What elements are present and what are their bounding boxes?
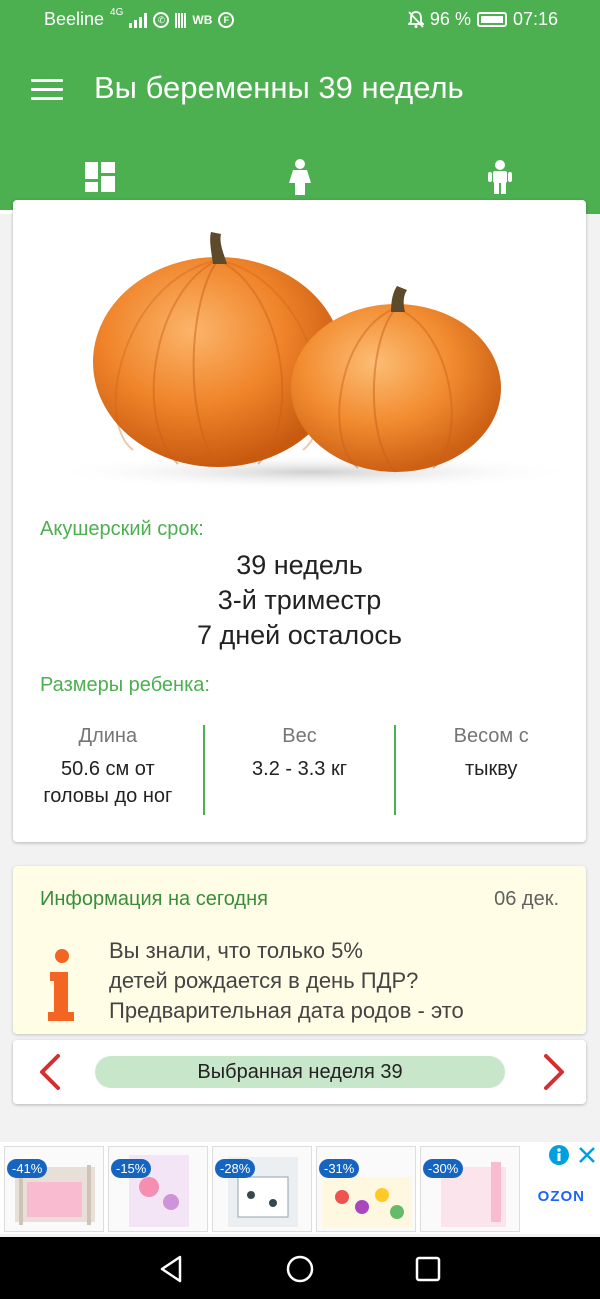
ad-product[interactable]: -41% xyxy=(4,1146,104,1232)
size-length: Длина 50.6 см от головы до ног xyxy=(13,725,203,815)
back-icon[interactable] xyxy=(156,1253,188,1285)
trimester-value: 3-й триместр xyxy=(217,585,382,615)
size-weight-header: Вес xyxy=(282,725,317,747)
battery-icon xyxy=(476,12,507,27)
recents-icon[interactable] xyxy=(412,1253,444,1285)
ad-product[interactable]: -30% xyxy=(420,1146,520,1232)
dashboard-icon xyxy=(85,162,115,192)
info-text: Вы знали, что только 5% детей рождается … xyxy=(109,936,529,1026)
size-weight: Вес 3.2 - 3.3 кг xyxy=(205,725,395,815)
daily-info-card[interactable]: Информация на сегодня 06 дек. Вы знали, … xyxy=(13,866,586,1034)
week-selector: Выбранная неделя 39 xyxy=(13,1040,586,1104)
ozon-logo[interactable]: OZON xyxy=(538,1188,585,1205)
size-length-header: Длина xyxy=(78,725,138,747)
whatsapp-icon: ✆ xyxy=(153,11,170,28)
ad-info-icon[interactable] xyxy=(548,1144,570,1166)
size-compare: Весом с тыкву xyxy=(396,725,586,815)
info-line-2: детей рождается в день ПДР? xyxy=(109,968,419,993)
ad-product[interactable]: -31% xyxy=(316,1146,416,1232)
baby-sizes-label: Размеры ребенка: xyxy=(40,674,210,696)
discount-badge: -28% xyxy=(215,1159,256,1178)
battery-percent: 96 % xyxy=(429,9,471,29)
weeks-value: 39 недель xyxy=(236,550,363,580)
size-compare-value: тыкву xyxy=(464,758,518,780)
woman-icon xyxy=(289,159,311,195)
info-line-3: Предварительная дата родов - это xyxy=(109,998,464,1023)
obstetric-term-label: Акушерский срок: xyxy=(40,518,204,540)
size-length-value-2: головы до ног xyxy=(43,785,173,807)
info-icon xyxy=(48,949,74,1021)
ad-product[interactable]: -28% xyxy=(212,1146,312,1232)
ad-product[interactable]: -15% xyxy=(108,1146,208,1232)
previous-week-arrow-icon[interactable] xyxy=(31,1052,71,1092)
next-week-arrow-icon[interactable] xyxy=(533,1052,573,1092)
size-compare-header: Весом с xyxy=(453,725,529,747)
carrier-name: Beeline xyxy=(44,9,105,29)
mute-bell-icon xyxy=(407,10,424,28)
info-date: 06 дек. xyxy=(494,888,559,910)
app-bar: Вы беременны 39 недель xyxy=(0,40,600,214)
signal-icon xyxy=(129,12,148,28)
discount-badge: -31% xyxy=(319,1159,360,1178)
info-title: Информация на сегодня xyxy=(40,888,268,910)
baby-sizes-row: Длина 50.6 см от головы до ног Вес 3.2 -… xyxy=(13,725,586,815)
network-type: 4G xyxy=(110,7,124,18)
wb-label: WB xyxy=(192,12,213,27)
menu-icon[interactable] xyxy=(31,79,63,101)
ad-controls xyxy=(548,1144,596,1166)
home-icon[interactable] xyxy=(284,1253,316,1285)
child-icon xyxy=(488,160,512,194)
discount-badge: -15% xyxy=(111,1159,152,1178)
fruit-size-image xyxy=(13,220,586,500)
size-weight-value: 3.2 - 3.3 кг xyxy=(252,758,347,780)
status-bar: Beeline 4G ✆ WB F 96 % 07:16 xyxy=(0,0,600,40)
page-title: Вы беременны 39 недель xyxy=(94,70,464,105)
system-nav-bar xyxy=(0,1237,600,1299)
f-app-icon: F xyxy=(218,11,235,28)
discount-badge: -30% xyxy=(423,1159,464,1178)
sim-icon xyxy=(175,12,187,28)
ad-close-icon[interactable] xyxy=(578,1146,596,1164)
discount-badge: -41% xyxy=(7,1159,48,1178)
ad-banner[interactable]: -41% -15% -28% -31% -30% OZON xyxy=(0,1142,600,1234)
info-line-1: Вы знали, что только 5% xyxy=(109,938,363,963)
clock: 07:16 xyxy=(512,9,558,29)
days-left-value: 7 дней осталось xyxy=(196,620,403,650)
size-length-value-1: 50.6 см от xyxy=(61,758,155,780)
selected-week-label[interactable]: Выбранная неделя 39 xyxy=(95,1056,505,1088)
week-summary-card: Акушерский срок: 39 недель 3-й триместр … xyxy=(13,200,586,842)
